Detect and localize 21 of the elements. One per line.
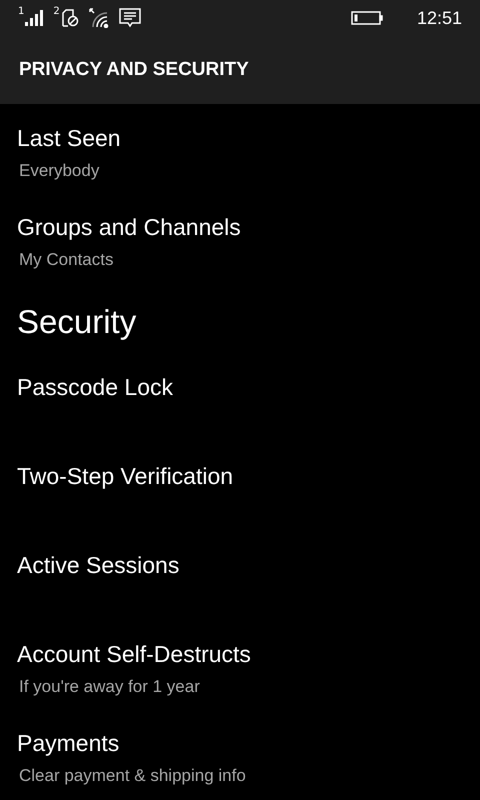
battery-icon <box>350 11 383 25</box>
setting-value: Everybody <box>19 160 100 182</box>
setting-title[interactable]: Passcode Lock <box>17 370 173 404</box>
section-heading: Security <box>17 303 136 340</box>
setting-value: Clear payment & shipping info <box>19 765 246 787</box>
setting-title[interactable]: Account Self-Destructs <box>17 637 251 671</box>
setting-value: My Contacts <box>19 249 114 271</box>
no-sim-icon <box>60 9 79 27</box>
signal-icon <box>25 10 44 26</box>
setting-title[interactable]: Groups and Channels <box>17 210 241 244</box>
status-time: 12:51 <box>416 8 462 28</box>
setting-title[interactable]: Two-Step Verification <box>17 459 234 493</box>
message-icon <box>118 8 141 28</box>
setting-title[interactable]: Payments <box>17 726 120 760</box>
setting-title[interactable]: Last Seen <box>17 121 121 155</box>
page-title: PRIVACY AND SECURITY <box>19 59 249 81</box>
wifi-icon <box>88 8 109 28</box>
setting-value: If you're away for 1 year <box>19 676 200 698</box>
setting-title[interactable]: Active Sessions <box>17 548 180 582</box>
sim-number: 2 <box>53 6 60 17</box>
sim-number: 1 <box>18 6 24 17</box>
